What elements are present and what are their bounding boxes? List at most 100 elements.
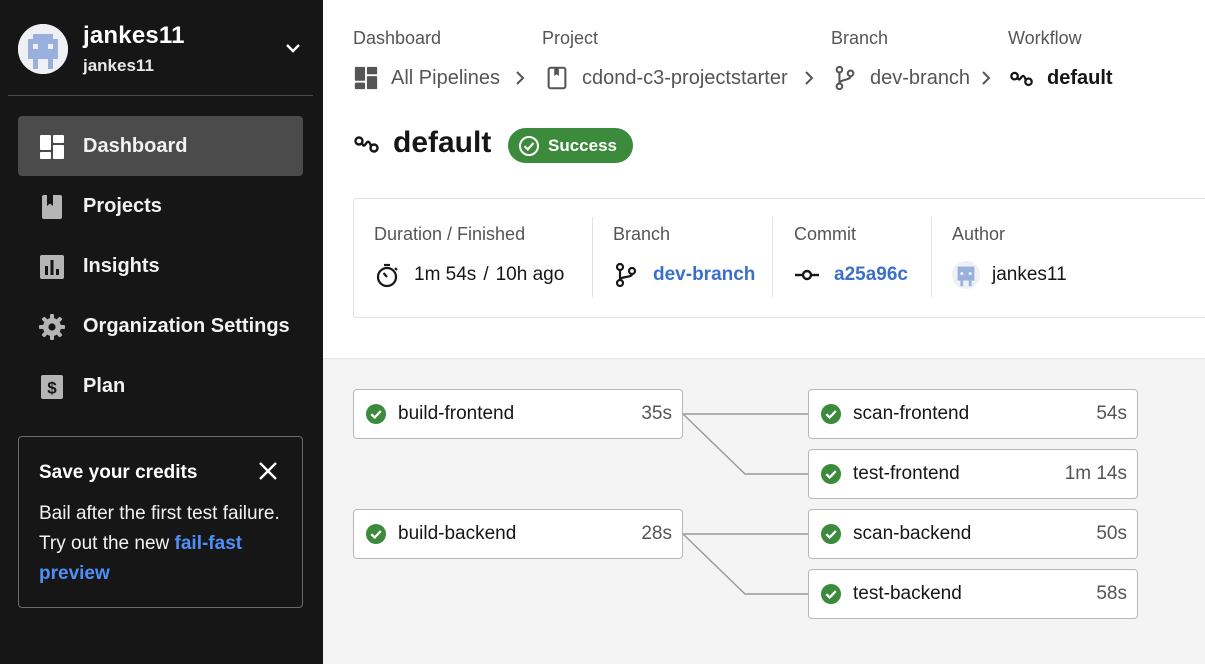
sidebar: jankes11 jankes11 Dashboard Projects Ins… [0, 0, 323, 664]
finished-text: 10h ago [495, 264, 565, 285]
job-scan-frontend[interactable]: scan-frontend 54s [808, 389, 1138, 439]
dashboard-icon [40, 135, 64, 159]
author-label: Author [952, 224, 1006, 244]
job-name: build-backend [398, 523, 517, 544]
job-duration: 50s [1096, 523, 1127, 544]
promo-title: Save your credits [39, 462, 198, 483]
breadcrumb-header: Project [542, 28, 599, 48]
sidebar-item-label: Organization Settings [83, 315, 290, 337]
promo-card: Save your credits Bail after the first t… [18, 436, 303, 608]
commit-link[interactable]: a25a96c [834, 264, 908, 286]
job-build-frontend[interactable]: build-frontend 35s [353, 389, 683, 439]
job-name: test-backend [853, 583, 962, 604]
dashboard-icon [354, 66, 378, 90]
gear-icon [39, 314, 65, 340]
page-title: default [393, 126, 492, 159]
duration-value: 1m 54s / 10h ago [374, 261, 564, 289]
branch-icon [615, 262, 637, 288]
check-circle-icon [366, 404, 386, 424]
branch-value: dev-branch [613, 261, 755, 289]
breadcrumb-label: default [1047, 66, 1113, 89]
edge [682, 413, 808, 475]
commit-icon [795, 269, 819, 281]
status-badge: Success [508, 128, 633, 163]
promo-text: Bail after the first test failure. Try o… [39, 503, 280, 554]
author-value: jankes11 [952, 261, 1067, 289]
promo-body: Bail after the first test failure. Try o… [39, 499, 289, 589]
edge [682, 533, 808, 595]
chevron-right-icon [982, 71, 991, 85]
sidebar-item-organization-settings[interactable]: Organization Settings [18, 296, 303, 356]
check-circle-icon [821, 524, 841, 544]
breadcrumb-label: dev-branch [870, 66, 971, 89]
bookmark-icon [42, 195, 62, 219]
sidebar-item-plan[interactable]: $ Plan [18, 356, 303, 416]
info-divider [592, 217, 593, 297]
sidebar-item-label: Projects [83, 195, 162, 217]
job-duration: 58s [1096, 583, 1127, 604]
job-name: scan-frontend [853, 403, 970, 424]
check-circle-icon [519, 135, 539, 156]
svg-text:$: $ [47, 379, 57, 398]
info-divider [772, 217, 773, 297]
stopwatch-icon [376, 263, 398, 288]
sidebar-item-label: Dashboard [83, 135, 188, 157]
job-scan-backend[interactable]: scan-backend 50s [808, 509, 1138, 559]
workflow-icon [354, 136, 379, 153]
duration-separator: / [483, 264, 489, 285]
job-name: test-frontend [853, 463, 960, 484]
sidebar-divider [8, 95, 313, 96]
job-build-backend[interactable]: build-backend 28s [353, 509, 683, 559]
breadcrumb-project[interactable]: cdond-c3-projectstarter [544, 64, 788, 92]
info-divider [931, 217, 932, 297]
workflow-icon [1010, 71, 1033, 87]
breadcrumb-label: cdond-c3-projectstarter [582, 66, 788, 89]
check-circle-icon [821, 464, 841, 484]
check-circle-icon [821, 584, 841, 604]
branch-label: Branch [613, 224, 671, 244]
bookmark-icon [547, 66, 567, 90]
job-test-backend[interactable]: test-backend 58s [808, 569, 1138, 619]
job-duration: 28s [641, 523, 672, 544]
breadcrumb-header: Dashboard [353, 28, 442, 48]
breadcrumb-header: Branch [831, 28, 889, 48]
commit-label: Commit [794, 224, 856, 244]
check-circle-icon [366, 524, 386, 544]
status-label: Success [548, 135, 617, 155]
workflow-graph: build-frontend 35s scan-frontend 54s tes… [323, 358, 1205, 664]
sidebar-item-insights[interactable]: Insights [18, 236, 303, 296]
main-content: Dashboard Project Branch Workflow All Pi… [323, 0, 1205, 664]
avatar [952, 261, 980, 289]
sidebar-item-label: Insights [83, 255, 160, 277]
user-name: jankes11 [83, 22, 185, 49]
job-name: build-frontend [398, 403, 515, 424]
sidebar-item-dashboard[interactable]: Dashboard [18, 116, 303, 176]
close-icon[interactable] [256, 459, 280, 483]
commit-value: a25a96c [794, 261, 908, 289]
sidebar-item-label: Plan [83, 375, 126, 397]
user-menu[interactable]: jankes11 jankes11 [18, 22, 308, 76]
job-name: scan-backend [853, 523, 972, 544]
branch-icon [835, 65, 855, 91]
chevron-right-icon [805, 71, 814, 85]
branch-link[interactable]: dev-branch [653, 264, 755, 286]
duration-text: 1m 54s [414, 264, 477, 285]
author-name: jankes11 [992, 264, 1067, 285]
breadcrumb-header: Workflow [1008, 28, 1082, 48]
breadcrumb-all-pipelines[interactable]: All Pipelines [353, 64, 500, 92]
user-org: jankes11 [83, 56, 154, 75]
job-duration: 1m 14s [1064, 463, 1127, 484]
avatar [18, 24, 68, 74]
chevron-down-icon [286, 44, 300, 53]
job-test-frontend[interactable]: test-frontend 1m 14s [808, 449, 1138, 499]
chart-icon [40, 255, 64, 279]
sidebar-item-projects[interactable]: Projects [18, 176, 303, 236]
job-duration: 35s [641, 403, 672, 424]
breadcrumb-label: All Pipelines [391, 66, 500, 89]
breadcrumb-workflow: default [1009, 64, 1113, 92]
breadcrumb-branch[interactable]: dev-branch [832, 64, 970, 92]
check-circle-icon [821, 404, 841, 424]
chevron-right-icon [516, 71, 525, 85]
job-duration: 54s [1096, 403, 1127, 424]
dollar-icon: $ [41, 375, 63, 399]
